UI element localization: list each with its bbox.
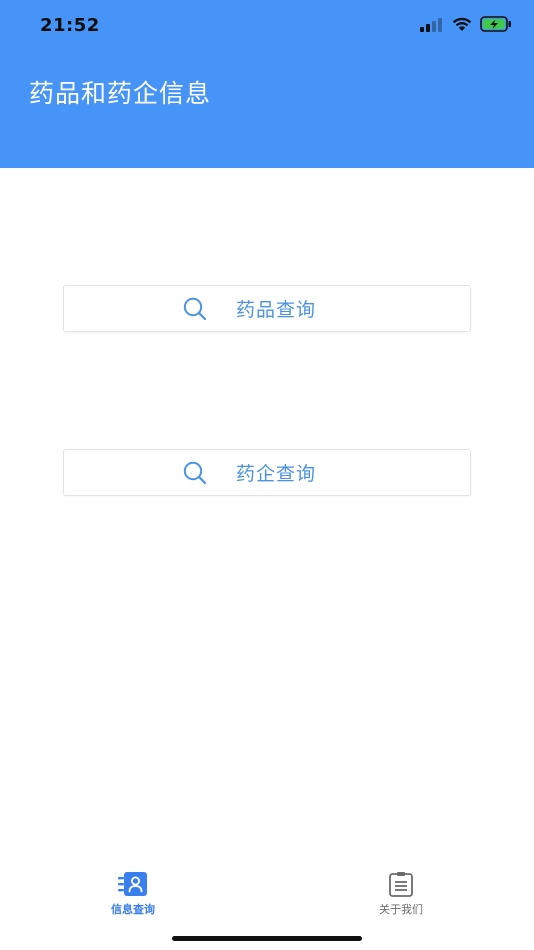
tab-info-label: 信息查询 <box>111 903 155 916</box>
status-icons <box>420 16 512 36</box>
drug-search-label: 药品查询 <box>235 299 316 321</box>
app-screen: 21:52 药品和药企信息 药品查询 药企查询 信息查询 关于我们 <box>0 0 534 950</box>
status-time: 21:52 <box>40 15 100 36</box>
header-bar: 21:52 药品和药企信息 <box>0 0 534 168</box>
search-icon <box>182 460 208 486</box>
company-search-button[interactable]: 药企查询 <box>63 449 471 496</box>
tab-about-label: 关于我们 <box>379 903 423 916</box>
signal-icon <box>420 17 444 36</box>
page-title: 药品和药企信息 <box>29 79 212 108</box>
clipboard-icon <box>386 870 416 898</box>
tab-about-us[interactable]: 关于我们 <box>341 870 461 920</box>
wifi-icon <box>452 17 472 36</box>
contacts-book-icon <box>118 870 148 898</box>
battery-charging-icon <box>480 16 512 36</box>
tab-info-query[interactable]: 信息查询 <box>73 870 193 920</box>
company-search-label: 药企查询 <box>235 463 316 485</box>
search-icon <box>182 296 208 322</box>
drug-search-button[interactable]: 药品查询 <box>63 285 471 332</box>
home-indicator[interactable] <box>172 936 362 941</box>
